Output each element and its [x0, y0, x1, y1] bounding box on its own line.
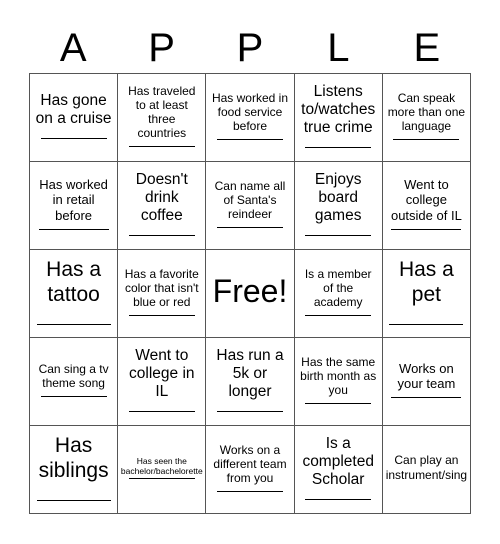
- signature-line[interactable]: [389, 323, 464, 325]
- signature-line[interactable]: [216, 139, 283, 141]
- bingo-cell[interactable]: Has siblings: [30, 426, 119, 514]
- signature-line[interactable]: [393, 139, 460, 141]
- cell-prompt: Works on your team: [397, 360, 456, 391]
- cell-prompt: Has siblings: [38, 434, 109, 482]
- signature-line[interactable]: [305, 235, 372, 237]
- signature-line[interactable]: [36, 323, 111, 325]
- cell-prompt: Listens to/watches true crime: [301, 82, 376, 137]
- bingo-cell[interactable]: Is a member of the academy: [294, 250, 383, 338]
- cell-prompt: Works on a different team from you: [213, 442, 287, 486]
- cell-prompt: Doesn't drink coffee: [135, 170, 188, 225]
- header-letter: P: [236, 26, 264, 70]
- signature-line[interactable]: [128, 411, 195, 413]
- signature-line[interactable]: [391, 397, 462, 399]
- bingo-grid: Has gone on a cruise Has traveled to at l…: [29, 73, 471, 514]
- cell-prompt: Went to college in IL: [129, 346, 195, 401]
- bingo-cell[interactable]: Listens to/watches true crime: [294, 74, 383, 162]
- bingo-cell[interactable]: Has a tattoo: [30, 250, 119, 338]
- bingo-cell[interactable]: Has a favorite color that isn't blue or …: [118, 250, 207, 338]
- signature-line[interactable]: [305, 499, 372, 501]
- signature-line[interactable]: [216, 411, 283, 413]
- signature-line[interactable]: [391, 228, 462, 230]
- signature-line[interactable]: [128, 315, 195, 317]
- signature-line[interactable]: [305, 315, 372, 317]
- cell-prompt: Has a tattoo: [46, 258, 102, 306]
- signature-line[interactable]: [305, 147, 372, 149]
- free-space-label: Free!: [212, 272, 288, 309]
- signature-line[interactable]: [128, 478, 195, 480]
- cell-prompt: Has a pet: [398, 258, 454, 306]
- cell-prompt: Has run a 5k or longer: [216, 346, 284, 401]
- free-space-cell[interactable]: Free!: [206, 250, 295, 338]
- bingo-cell[interactable]: Can sing a tv theme song: [30, 338, 119, 426]
- signature-line[interactable]: [40, 138, 107, 140]
- cell-prompt: Can name all of Santa's reindeer: [214, 178, 286, 222]
- bingo-cell[interactable]: Went to college outside of IL: [382, 162, 471, 250]
- bingo-cell[interactable]: Has the same birth month as you: [294, 338, 383, 426]
- cell-prompt: Is a member of the academy: [304, 266, 372, 310]
- signature-line[interactable]: [40, 396, 107, 398]
- cell-prompt: Has worked in retail before: [39, 177, 108, 223]
- cell-prompt: Has seen the bachelor/bachelorette: [120, 455, 203, 476]
- cell-prompt: Has the same birth month as you: [300, 354, 377, 398]
- bingo-cell[interactable]: Works on your team: [382, 338, 471, 426]
- header-letter: P: [148, 26, 175, 70]
- bingo-cell[interactable]: Can name all of Santa's reindeer: [206, 162, 295, 250]
- bingo-cell[interactable]: Doesn't drink coffee: [118, 162, 207, 250]
- header-letter: L: [327, 26, 350, 70]
- signature-line[interactable]: [36, 499, 111, 501]
- header-letter: A: [59, 26, 87, 70]
- signature-line[interactable]: [38, 228, 109, 230]
- bingo-cell[interactable]: Is a completed Scholar: [294, 426, 383, 514]
- bingo-cell[interactable]: Works on a different team from you: [206, 426, 295, 514]
- header-letter: E: [413, 26, 441, 70]
- cell-prompt: Is a completed Scholar: [302, 434, 374, 489]
- bingo-header: A P P L E: [29, 24, 471, 72]
- cell-prompt: Has traveled to at least three countries: [128, 83, 196, 141]
- bingo-cell[interactable]: Has run a 5k or longer: [206, 338, 295, 426]
- bingo-cell[interactable]: Has seen the bachelor/bachelorette: [118, 426, 207, 514]
- bingo-cell[interactable]: Can play an instrument/sing: [382, 426, 471, 514]
- bingo-cell[interactable]: Enjoys board games: [294, 162, 383, 250]
- bingo-cell[interactable]: Can speak more than one language: [382, 74, 471, 162]
- cell-prompt: Has a favorite color that isn't blue or …: [124, 266, 199, 310]
- bingo-cell[interactable]: Has worked in food service before: [206, 74, 295, 162]
- cell-prompt: Can speak more than one language: [387, 90, 466, 134]
- signature-line[interactable]: [128, 146, 195, 148]
- cell-prompt: Has gone on a cruise: [35, 91, 112, 127]
- signature-line[interactable]: [216, 491, 283, 493]
- bingo-cell[interactable]: Has a pet: [382, 250, 471, 338]
- cell-prompt: Went to college outside of IL: [390, 177, 462, 223]
- signature-line[interactable]: [216, 227, 283, 229]
- bingo-cell[interactable]: Has traveled to at least three countries: [118, 74, 207, 162]
- cell-prompt: Enjoys board games: [314, 170, 362, 225]
- bingo-cell[interactable]: Has gone on a cruise: [30, 74, 119, 162]
- cell-prompt: Can sing a tv theme song: [38, 361, 109, 390]
- signature-line[interactable]: [128, 235, 195, 237]
- bingo-cell[interactable]: Went to college in IL: [118, 338, 207, 426]
- cell-prompt: Has worked in food service before: [211, 90, 288, 134]
- cell-prompt: Can play an instrument/sing: [385, 453, 468, 482]
- bingo-cell[interactable]: Has worked in retail before: [30, 162, 119, 250]
- signature-line[interactable]: [305, 403, 372, 405]
